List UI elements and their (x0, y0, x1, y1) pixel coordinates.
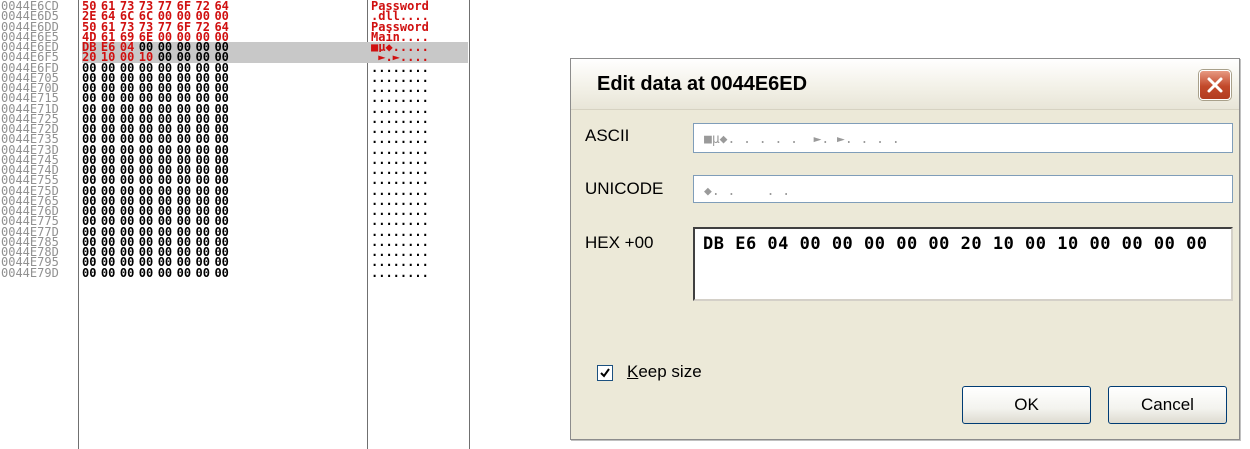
keep-size-label-rest: eep size (638, 362, 702, 381)
dump-byte[interactable]: 00 (214, 266, 232, 278)
keep-size-checkbox[interactable] (597, 365, 613, 381)
dump-byte[interactable]: 00 (196, 266, 214, 278)
unicode-field[interactable]: ◆. . . . (693, 175, 1233, 203)
dump-byte[interactable]: 00 (177, 266, 195, 278)
hex-field[interactable]: DB E6 04 00 00 00 00 00 20 10 00 10 00 0… (693, 227, 1233, 301)
dump-hex-bytes[interactable]: 00 00 00 00 00 00 00 00 (82, 266, 362, 278)
dump-byte[interactable]: 00 (158, 266, 176, 278)
close-button[interactable] (1199, 70, 1231, 100)
unicode-value: ◆. . . . (704, 184, 791, 199)
hex-value: DB E6 04 00 00 00 00 00 20 10 00 10 00 0… (703, 234, 1208, 254)
edit-data-dialog: Edit data at 0044E6ED ASCII ■µ◆. . . . .… (570, 58, 1240, 440)
dump-address: 0044E79D (1, 265, 59, 280)
ascii-field[interactable]: ■µ◆. . . . . ►. ►. . . . (693, 123, 1233, 153)
dump-byte[interactable]: 00 (82, 266, 100, 278)
dialog-title: Edit data at 0044E6ED (597, 73, 808, 95)
unicode-label: UNICODE (585, 179, 664, 198)
keep-size-label[interactable]: Keep size (627, 362, 702, 382)
ascii-value: ■µ◆. . . . . ►. ►. . . . (704, 132, 900, 147)
dump-byte[interactable]: 00 (139, 266, 157, 278)
ok-button[interactable]: OK (962, 386, 1091, 424)
hex-dump-pane[interactable]: 0044E6CD 50 61 73 73 77 6F 72 64 Password 0044E6D5… (0, 0, 470, 449)
keep-size-accelerator: K (627, 362, 639, 381)
dump-byte[interactable]: 00 (101, 266, 119, 278)
close-icon (1207, 77, 1223, 93)
dump-ascii[interactable]: ........ (371, 266, 471, 278)
dump-row[interactable]: 0044E79D 00 00 00 00 00 00 00 00........ (0, 265, 471, 280)
hex-label: HEX +00 (585, 233, 654, 252)
dump-byte[interactable]: 00 (120, 266, 138, 278)
ascii-label: ASCII (585, 126, 630, 145)
dialog-titlebar[interactable]: Edit data at 0044E6ED (571, 59, 1239, 110)
cancel-button[interactable]: Cancel (1108, 386, 1227, 424)
checkmark-icon (600, 368, 610, 378)
